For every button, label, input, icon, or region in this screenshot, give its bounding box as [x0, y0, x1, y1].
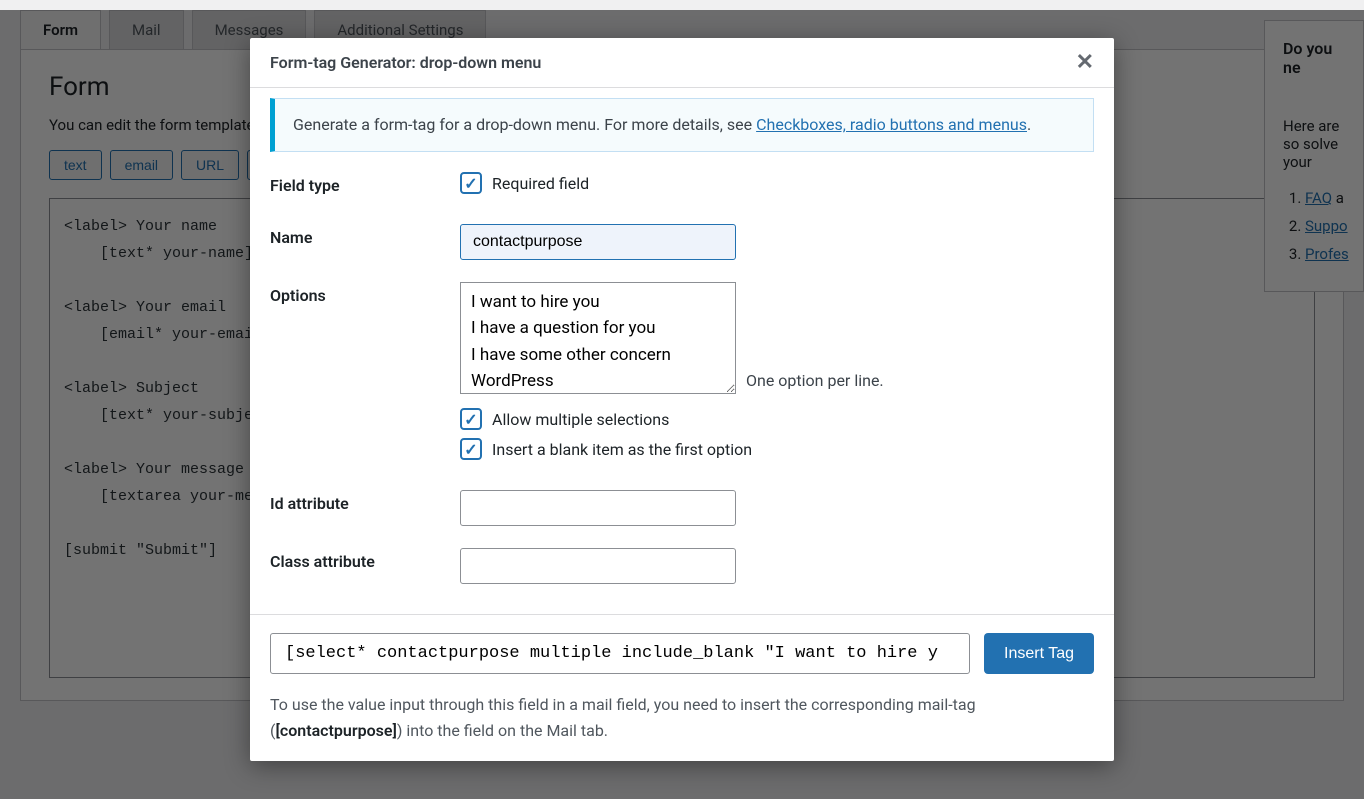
footer-note: To use the value input through this fiel…: [270, 692, 1094, 743]
options-textarea[interactable]: [460, 282, 736, 394]
label-id-attr: Id attribute: [270, 490, 460, 513]
modal-overlay: Form-tag Generator: drop-down menu ✕ Gen…: [0, 10, 1364, 799]
options-hint: One option per line.: [746, 371, 884, 394]
tag-output[interactable]: [270, 633, 970, 674]
required-label: Required field: [492, 174, 589, 193]
label-field-type: Field type: [270, 172, 460, 195]
banner-link[interactable]: Checkboxes, radio buttons and menus: [756, 115, 1027, 134]
insert-blank-label: Insert a blank item as the first option: [492, 440, 752, 459]
label-class-attr: Class attribute: [270, 548, 460, 571]
modal-title: Form-tag Generator: drop-down menu: [270, 53, 541, 72]
info-banner: Generate a form-tag for a drop-down menu…: [270, 98, 1094, 152]
insert-blank-checkbox[interactable]: [460, 438, 482, 460]
close-icon[interactable]: ✕: [1076, 50, 1094, 75]
name-input[interactable]: [460, 224, 736, 260]
label-options: Options: [270, 282, 460, 305]
insert-tag-button[interactable]: Insert Tag: [984, 633, 1094, 674]
class-attr-input[interactable]: [460, 548, 736, 584]
allow-multiple-checkbox[interactable]: [460, 408, 482, 430]
allow-multiple-label: Allow multiple selections: [492, 410, 669, 429]
id-attr-input[interactable]: [460, 490, 736, 526]
required-checkbox[interactable]: [460, 172, 482, 194]
label-name: Name: [270, 224, 460, 247]
form-tag-generator-modal: Form-tag Generator: drop-down menu ✕ Gen…: [250, 38, 1114, 761]
